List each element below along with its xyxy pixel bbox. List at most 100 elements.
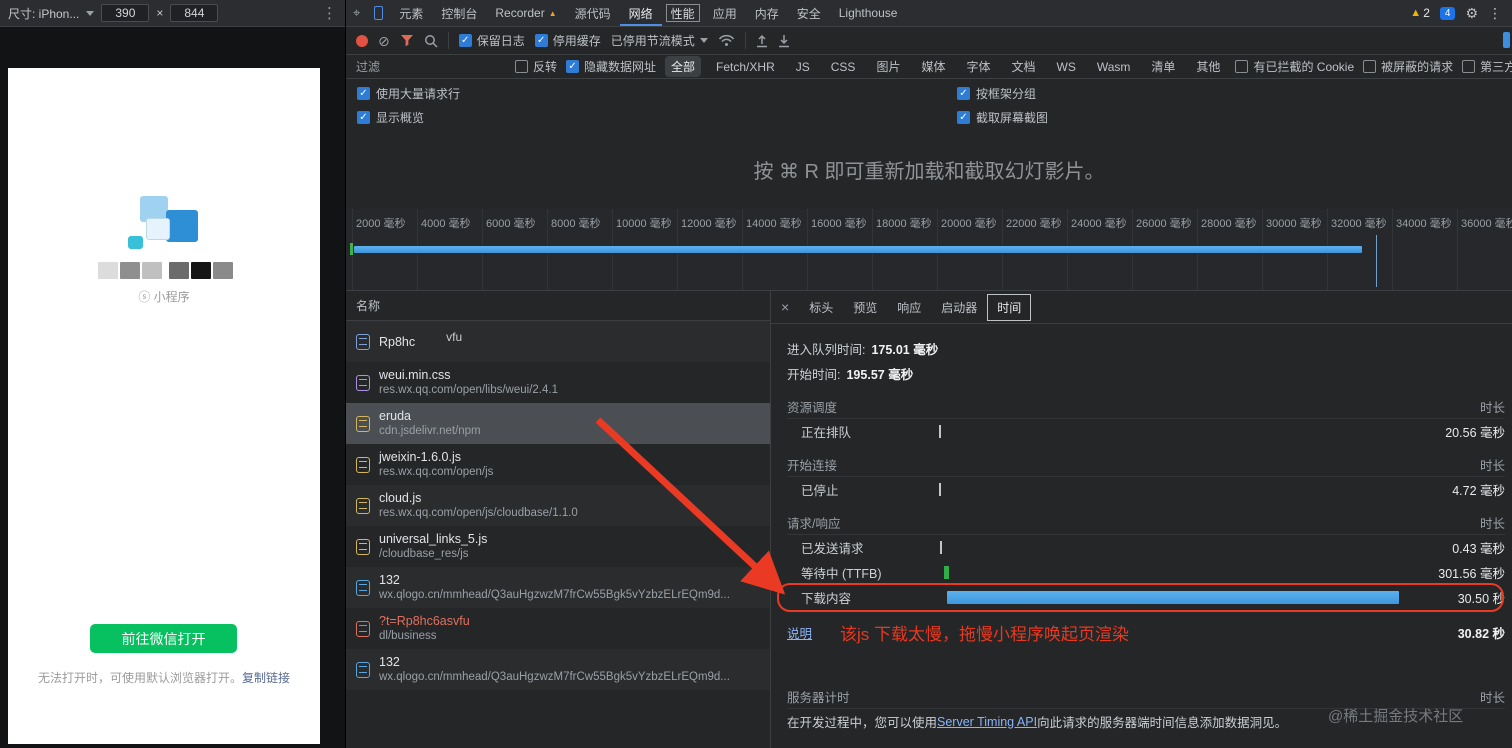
table-row[interactable]: Rp8hc vfu (346, 321, 770, 362)
filter-chip-doc[interactable]: 文档 (1005, 56, 1041, 77)
request-details-panel: × 标头 预览 响应 启动器 时间 进入队列时间: 175.01 毫秒 开始时间:… (771, 291, 1512, 748)
open-in-wechat-button[interactable]: 前往微信打开 (90, 624, 237, 653)
preserve-log-checkbox[interactable]: 保留日志 (458, 32, 525, 49)
show-overview-checkbox[interactable]: 显示概览 (346, 109, 946, 126)
queueing-bar (939, 425, 941, 438)
filter-chip-manifest[interactable]: 清单 (1145, 56, 1181, 77)
hide-data-urls-checkbox[interactable]: 隐藏数据网址 (566, 58, 656, 75)
tab-console[interactable]: 控制台 (432, 0, 486, 26)
large-request-rows-checkbox[interactable]: 使用大量请求行 (346, 85, 946, 102)
filter-chip-media[interactable]: 媒体 (915, 56, 951, 77)
request-table-header[interactable]: 名称 (346, 291, 770, 321)
tab-preview[interactable]: 预览 (843, 294, 887, 321)
filter-chip-other[interactable]: 其他 (1190, 56, 1226, 77)
filter-chip-font[interactable]: 字体 (960, 56, 996, 77)
tab-memory[interactable]: 内存 (746, 0, 788, 26)
explanation-link[interactable]: 说明 (787, 623, 812, 642)
issues-badge[interactable]: 4 (1439, 6, 1456, 20)
tab-initiator[interactable]: 启动器 (931, 294, 987, 321)
tab-response[interactable]: 响应 (887, 294, 931, 321)
scrollbar-thumb[interactable] (1503, 32, 1510, 48)
table-row[interactable]: 132 wx.qlogo.cn/mmhead/Q3auHgzwzM7frCw55B… (346, 567, 770, 608)
timing-row-queueing: 正在排队 20.56 毫秒 (801, 425, 1505, 440)
copy-link[interactable]: 复制链接 (242, 671, 290, 685)
stylesheet-icon (356, 374, 370, 391)
table-row[interactable]: weui.min.css res.wx.qq.com/open/libs/weui… (346, 362, 770, 403)
table-row-selected[interactable]: eruda cdn.jsdelivr.net/npm (346, 403, 770, 444)
inspect-element-icon[interactable]: ⌖ (346, 5, 367, 21)
clear-network-log-icon[interactable]: ⊘ (378, 34, 390, 48)
table-row[interactable]: jweixin-1.6.0.js res.wx.qq.com/open/js (346, 444, 770, 485)
table-row[interactable]: universal_links_5.js/cloudbase_res/js (346, 526, 770, 567)
disable-cache-checkbox[interactable]: 停用缓存 (534, 32, 601, 49)
settings-gear-icon[interactable]: ⚙ (1465, 5, 1478, 22)
capture-screenshots-checkbox[interactable]: 截取屏幕截图 (946, 109, 1048, 126)
more-options-icon[interactable]: ⋮ (1488, 5, 1502, 22)
search-icon[interactable] (424, 34, 438, 48)
blocked-requests-checkbox[interactable]: 被屏蔽的请求 (1363, 58, 1453, 75)
device-height-input[interactable] (170, 4, 219, 22)
invert-filter-checkbox[interactable]: 反转 (515, 58, 557, 75)
group-by-frame-checkbox[interactable]: 按框架分组 (946, 85, 1036, 102)
filter-chip-js[interactable]: JS (790, 58, 816, 76)
network-toolbar: ⊘ 保留日志 停用缓存 已停用节流模式 (346, 27, 1512, 55)
overview-green-segment (350, 243, 353, 255)
timeline-tick: 32000 毫秒 (1331, 218, 1387, 230)
filmstrip-hint-area: 按 ⌘ R 即可重新加载和截取幻灯影片。 (346, 130, 1512, 209)
queued-at-line: 进入队列时间: 175.01 毫秒 (787, 343, 939, 357)
filter-chip-ws[interactable]: WS (1051, 58, 1082, 76)
filter-chip-img[interactable]: 图片 (870, 56, 906, 77)
tab-lighthouse[interactable]: Lighthouse (830, 0, 907, 26)
checkbox-checked-icon (458, 34, 472, 47)
close-icon[interactable]: × (771, 299, 799, 315)
warnings-badge[interactable]: ▲ 2 (1410, 6, 1430, 20)
record-network-log-icon[interactable] (356, 34, 368, 47)
filter-input[interactable] (356, 59, 506, 74)
document-error-icon (356, 620, 370, 637)
tab-timing[interactable]: 时间 (987, 293, 1032, 321)
export-har-icon[interactable] (756, 34, 768, 48)
blocked-cookies-checkbox[interactable]: 有已拦截的 Cookie (1235, 58, 1354, 75)
filter-chip-fetch-xhr[interactable]: Fetch/XHR (710, 58, 781, 76)
checkbox-checked-icon (357, 86, 370, 100)
server-timing-api-link[interactable]: Server Timing API (937, 715, 1037, 729)
timing-bar-track (937, 566, 1409, 579)
timeline-tick: 4000 毫秒 (421, 218, 471, 230)
device-size-select[interactable]: 尺寸: iPhon... (8, 5, 79, 22)
filter-chip-css[interactable]: CSS (825, 58, 862, 76)
table-row[interactable]: cloud.js res.wx.qq.com/open/js/cloudbase/… (346, 485, 770, 526)
table-row-error[interactable]: ?t=Rp8hc6asvfu dl/business (346, 608, 770, 649)
filter-chip-all[interactable]: 全部 (665, 56, 702, 77)
device-toolbar-toggle-icon[interactable] (367, 6, 390, 20)
network-overview-timeline[interactable]: 2000 毫秒 4000 毫秒 6000 毫秒 8000 毫秒 10000 毫秒… (346, 209, 1512, 291)
checkbox-checked-icon (957, 86, 970, 100)
tab-headers[interactable]: 标头 (799, 294, 843, 321)
tab-elements[interactable]: 元素 (390, 0, 432, 26)
miniprogram-icon: ⓢ (138, 290, 151, 304)
tab-sources[interactable]: 源代码 (566, 0, 620, 26)
timeline-tick: 36000 毫秒 (1461, 218, 1512, 230)
throttling-dropdown[interactable]: 已停用节流模式 (611, 32, 708, 49)
script-icon (356, 538, 370, 555)
device-more-icon[interactable]: ⋮ (322, 4, 337, 22)
timeline-tick: 26000 毫秒 (1136, 218, 1192, 230)
table-row[interactable]: 132 wx.qlogo.cn/mmhead/Q3auHgzwzM7frCw55B… (346, 649, 770, 690)
third-party-checkbox[interactable]: 第三方请求 (1462, 58, 1512, 75)
annotation-note: 该js 下载太慢，拖慢小程序唤起页渲染 (840, 624, 1130, 644)
timeline-tick: 34000 毫秒 (1396, 218, 1452, 230)
tab-network[interactable]: 网络 (620, 0, 662, 26)
network-filter-bar: 反转 隐藏数据网址 全部 Fetch/XHR JS CSS 图片 媒体 字体 文… (346, 55, 1512, 79)
tab-recorder[interactable]: Recorder ▲ (486, 0, 565, 26)
tab-security[interactable]: 安全 (788, 0, 830, 26)
network-conditions-icon[interactable] (718, 34, 735, 47)
import-har-icon[interactable] (778, 34, 790, 48)
checkbox-checked-icon (534, 34, 548, 47)
tab-application[interactable]: 应用 (704, 0, 746, 26)
frame-badge[interactable]: vfu (446, 330, 462, 344)
total-duration: 30.82 秒 (1457, 626, 1505, 641)
tab-performance[interactable]: 性能 (662, 0, 704, 26)
timeline-tick: 24000 毫秒 (1071, 218, 1127, 230)
device-width-input[interactable] (101, 4, 150, 22)
filter-chip-wasm[interactable]: Wasm (1091, 58, 1137, 76)
filter-funnel-icon[interactable] (400, 34, 414, 47)
